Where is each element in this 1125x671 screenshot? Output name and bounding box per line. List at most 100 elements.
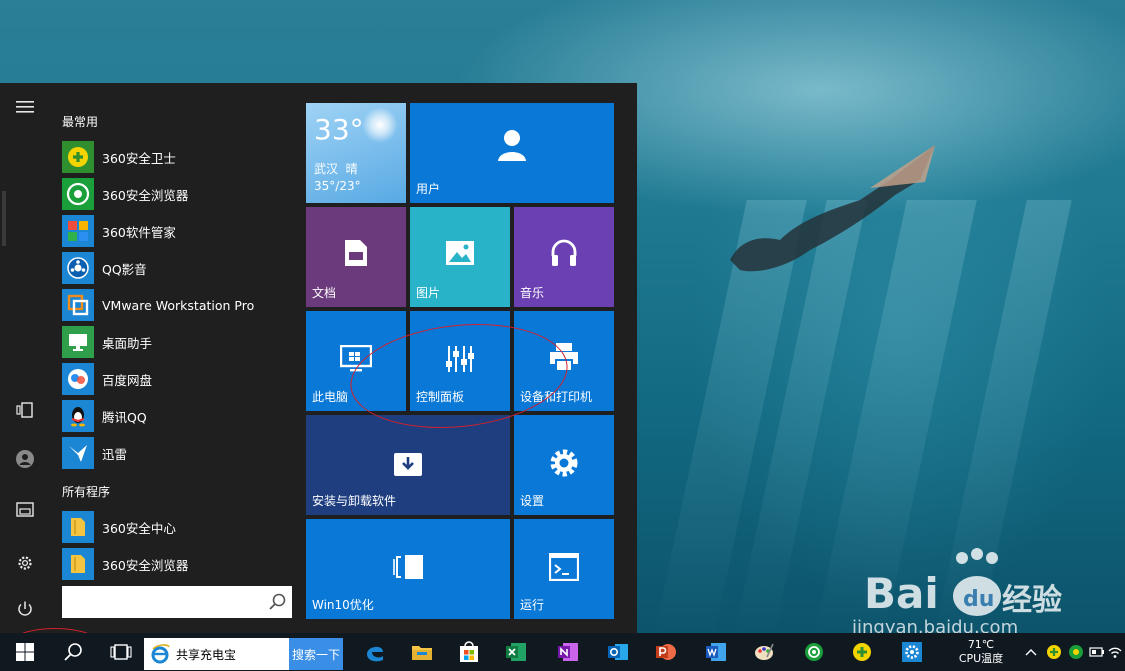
diver-image	[730, 145, 935, 272]
app-item-360-browser-folder[interactable]: 360安全浏览器	[62, 547, 298, 581]
tile-label: Win10优化	[312, 598, 374, 612]
360-safeguard-taskbar-icon[interactable]	[845, 633, 879, 671]
search-icon[interactable]	[268, 592, 288, 612]
app-label: VMware Workstation Pro	[102, 297, 255, 313]
settings-gear-icon[interactable]	[13, 551, 37, 575]
tile-label: 安装与卸载软件	[312, 494, 397, 508]
tile-settings[interactable]: 设置	[514, 415, 614, 515]
tile-label: 音乐	[520, 286, 545, 300]
file-explorer-taskbar-icon[interactable]	[405, 633, 439, 671]
app-label: 360安全浏览器	[102, 557, 189, 573]
hamburger-menu-icon[interactable]	[13, 95, 37, 119]
taskbar-search-icon[interactable]	[56, 633, 90, 671]
ie-icon	[151, 644, 170, 664]
settings-taskbar-icon[interactable]	[895, 633, 929, 671]
store-icon[interactable]	[452, 633, 486, 671]
weather-condition: 晴	[345, 162, 358, 176]
app-item-360-browser[interactable]: 360安全浏览器	[62, 177, 298, 211]
picture-icon	[410, 233, 510, 273]
weather-temp: 33°	[314, 113, 364, 146]
tile-label: 用户	[416, 182, 441, 196]
cpu-temperature-widget[interactable]: 71℃ CPU温度	[950, 638, 1012, 666]
network-icon[interactable]	[1107, 633, 1123, 671]
app-label: 桌面助手	[102, 335, 153, 351]
power-icon[interactable]	[13, 597, 37, 621]
360-browser-tray-icon[interactable]	[1066, 633, 1086, 671]
taskbar-search-button[interactable]: 搜索一下	[289, 638, 343, 670]
tile-documents[interactable]: 文档	[306, 207, 406, 307]
person-icon	[410, 125, 614, 165]
gear-icon	[514, 443, 614, 483]
tile-pictures[interactable]: 图片	[410, 207, 510, 307]
folder-icon	[62, 511, 94, 543]
app-item-desktop-assistant[interactable]: 桌面助手	[62, 325, 298, 359]
desktop-assistant-icon	[62, 326, 94, 358]
outlook-icon[interactable]	[601, 633, 635, 671]
task-view-icon[interactable]	[104, 633, 138, 671]
weather-city: 武汉	[314, 162, 339, 176]
weather-location: 武汉 晴	[314, 160, 358, 177]
tile-install-uninstall[interactable]: 安装与卸载软件	[306, 415, 510, 515]
taskbar-search-input[interactable]: 共享充电宝	[144, 638, 289, 670]
qq-player-icon	[62, 252, 94, 284]
app-label: 腾讯QQ	[102, 409, 147, 425]
optimize-icon	[306, 547, 510, 587]
app-item-vmware[interactable]: VMware Workstation Pro	[62, 288, 298, 322]
360-browser-taskbar-icon[interactable]	[797, 633, 831, 671]
all-programs-header: 所有程序	[62, 485, 111, 499]
app-label: 迅雷	[102, 446, 128, 462]
vmware-icon	[62, 289, 94, 321]
360-browser-icon	[62, 178, 94, 210]
excel-icon[interactable]	[499, 633, 533, 671]
app-list: 最常用 360安全卫士 360安全浏览器 360软件管家 QQ影音 VMware…	[52, 83, 300, 633]
package-icon	[306, 443, 510, 483]
360-software-manager-icon	[62, 215, 94, 247]
tile-label: 运行	[520, 598, 545, 612]
xunlei-icon	[62, 437, 94, 469]
app-item-qq[interactable]: 腾讯QQ	[62, 399, 298, 433]
weather-range: 35°/23°	[314, 179, 361, 193]
start-rail	[0, 83, 50, 633]
word-icon[interactable]	[699, 633, 733, 671]
paint-icon[interactable]	[747, 633, 781, 671]
app-item-xunlei[interactable]: 迅雷	[62, 436, 298, 470]
tile-user[interactable]: 用户	[410, 103, 614, 203]
tile-win10-optimize[interactable]: Win10优化	[306, 519, 510, 619]
battery-icon[interactable]	[1088, 633, 1106, 671]
user-account-icon[interactable]	[13, 447, 37, 471]
sun-icon	[362, 107, 398, 143]
app-item-baidu-netdisk[interactable]: 百度网盘	[62, 362, 298, 396]
app-item-360-software-manager[interactable]: 360软件管家	[62, 214, 298, 248]
app-item-qq-player[interactable]: QQ影音	[62, 251, 298, 285]
onenote-icon[interactable]	[551, 633, 585, 671]
taskbar-search-text: 共享充电宝	[176, 647, 237, 662]
powerpoint-icon[interactable]	[649, 633, 683, 671]
chevron-up-icon[interactable]	[1020, 633, 1042, 671]
start-search-box[interactable]	[62, 586, 292, 618]
360-tray-icon[interactable]	[1044, 633, 1064, 671]
app-label: 360软件管家	[102, 224, 176, 240]
folder-icon	[62, 548, 94, 580]
app-item-360-security-center[interactable]: 360安全中心	[62, 510, 298, 544]
cpu-temp-value: 71℃	[967, 638, 995, 651]
most-used-header: 最常用	[62, 115, 99, 129]
windows-start-icon[interactable]	[8, 633, 42, 671]
app-label: 360安全中心	[102, 520, 176, 536]
tile-label: 此电脑	[312, 390, 349, 404]
baidu-netdisk-icon	[62, 363, 94, 395]
watermark-brand2: du	[963, 587, 994, 612]
tile-label: 文档	[312, 286, 337, 300]
tile-label: 图片	[416, 286, 441, 300]
qq-icon	[62, 400, 94, 432]
app-label: 360安全浏览器	[102, 187, 189, 203]
tablet-mode-icon[interactable]	[13, 398, 37, 422]
edge-icon[interactable]	[358, 633, 392, 671]
file-explorer-icon[interactable]	[13, 497, 37, 521]
app-label: QQ影音	[102, 261, 147, 277]
tile-run[interactable]: 运行	[514, 519, 614, 619]
app-item-360-safeguard[interactable]: 360安全卫士	[62, 140, 298, 174]
360-safeguard-icon	[62, 141, 94, 173]
tile-music[interactable]: 音乐	[514, 207, 614, 307]
scroll-indicator[interactable]	[2, 191, 6, 246]
tile-weather[interactable]: 33° 武汉 晴 35°/23°	[306, 103, 406, 203]
